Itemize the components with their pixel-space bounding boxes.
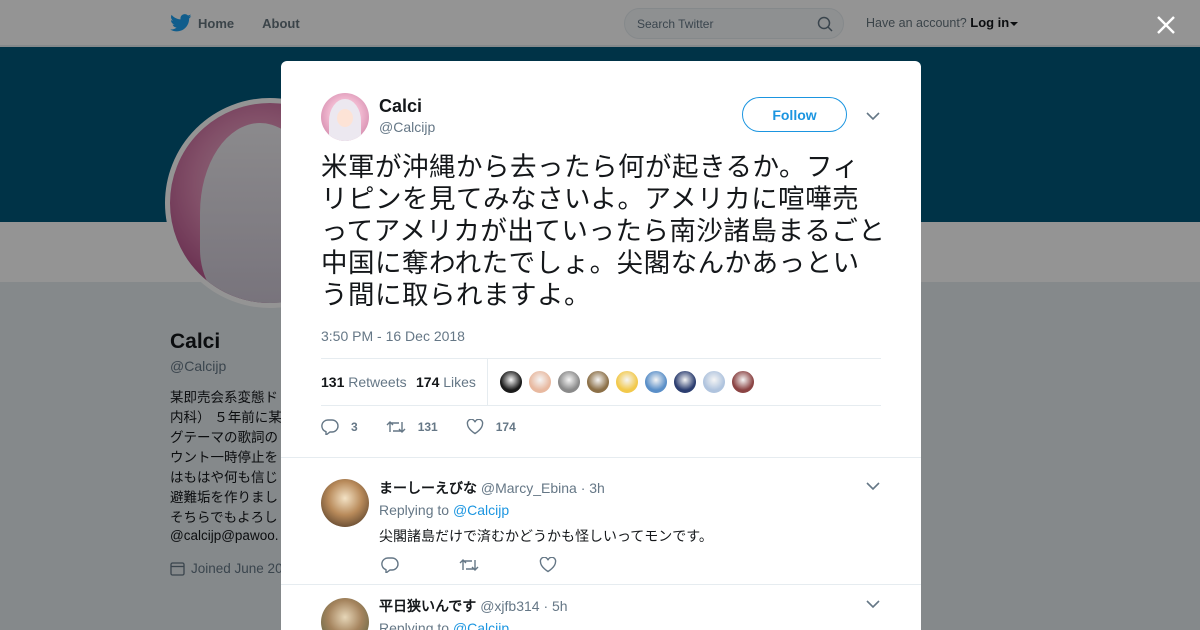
replying-to: Replying to @Calcijp xyxy=(379,502,509,518)
liker-avatar[interactable] xyxy=(615,370,639,394)
retweet-count: 131 xyxy=(417,420,438,434)
likers-avatars xyxy=(499,370,760,394)
reply-divider xyxy=(281,584,921,585)
replying-to: Replying to @Calcijp xyxy=(379,620,509,630)
likes-count: 174 xyxy=(416,374,440,390)
tweet-actions: 3 131 174 xyxy=(321,417,544,437)
reply-icon[interactable] xyxy=(381,557,399,573)
retweet-icon[interactable] xyxy=(459,557,479,573)
stats-divider xyxy=(487,359,488,406)
reply-actions xyxy=(381,557,617,573)
reply-count: 3 xyxy=(351,420,358,434)
reply-author-handle[interactable]: @xjfb314 xyxy=(480,598,539,614)
liker-avatar[interactable] xyxy=(586,370,610,394)
heart-icon xyxy=(466,419,483,435)
author-name[interactable]: Calci xyxy=(379,96,422,117)
tweet-stats: 131 Retweets 174 Likes xyxy=(321,358,881,406)
likes-stat[interactable]: 174 Likes xyxy=(416,374,476,390)
author-avatar[interactable] xyxy=(321,93,369,141)
retweets-stat[interactable]: 131 Retweets xyxy=(321,374,407,390)
author-handle[interactable]: @Calcijp xyxy=(379,119,435,135)
reply-avatar[interactable] xyxy=(321,479,369,527)
replying-to-label: Replying to xyxy=(379,620,450,630)
reply-header: 平日狭いんです @xjfb314 · 5h xyxy=(379,596,568,616)
liker-avatar[interactable] xyxy=(702,370,726,394)
replying-to-label: Replying to xyxy=(379,502,450,518)
likes-label: Likes xyxy=(443,374,476,390)
reply-author-name[interactable]: 平日狭いんです xyxy=(379,598,476,614)
liker-avatar[interactable] xyxy=(673,370,697,394)
reply-author-name[interactable]: まーしーえびな xyxy=(379,480,477,496)
reply-time[interactable]: · 3h xyxy=(581,480,605,496)
follow-button[interactable]: Follow xyxy=(742,97,847,132)
retweet-icon xyxy=(386,421,406,433)
tweet-modal: Calci @Calcijp Follow 米軍が沖縄から去ったら何が起きるか。… xyxy=(281,61,921,630)
liker-avatar[interactable] xyxy=(528,370,552,394)
close-icon[interactable] xyxy=(1155,14,1177,36)
chevron-down-icon[interactable] xyxy=(866,111,880,121)
liker-avatar[interactable] xyxy=(499,370,523,394)
like-action[interactable]: 174 xyxy=(466,419,516,435)
tweet-timestamp[interactable]: 3:50 PM - 16 Dec 2018 xyxy=(321,328,465,344)
liker-avatar[interactable] xyxy=(644,370,668,394)
liker-avatar[interactable] xyxy=(731,370,755,394)
tweet-text: 米軍が沖縄から去ったら何が起きるか。フィリピンを見てみなさいよ。アメリカに喧嘩売… xyxy=(321,152,886,311)
retweets-count: 131 xyxy=(321,374,345,390)
retweet-action[interactable]: 131 xyxy=(386,419,438,435)
liker-avatar[interactable] xyxy=(557,370,581,394)
reply-icon xyxy=(321,419,339,435)
reply-author-handle[interactable]: @Marcy_Ebina xyxy=(481,480,577,496)
reply-header: まーしーえびな @Marcy_Ebina · 3h xyxy=(379,478,605,498)
chevron-down-icon[interactable] xyxy=(866,599,880,609)
reply-text: 尖閣諸島だけで済むかどうかも怪しいってモンです。 xyxy=(379,528,713,544)
reply-time[interactable]: · 5h xyxy=(543,598,567,614)
replies-divider xyxy=(281,457,921,458)
chevron-down-icon[interactable] xyxy=(866,481,880,491)
reply-action[interactable]: 3 xyxy=(321,419,358,435)
like-count: 174 xyxy=(495,420,516,434)
reply-avatar[interactable] xyxy=(321,598,369,630)
heart-icon[interactable] xyxy=(539,557,557,573)
retweets-label: Retweets xyxy=(348,374,407,390)
replying-to-handle[interactable]: @Calcijp xyxy=(453,502,509,518)
replying-to-handle[interactable]: @Calcijp xyxy=(453,620,509,630)
